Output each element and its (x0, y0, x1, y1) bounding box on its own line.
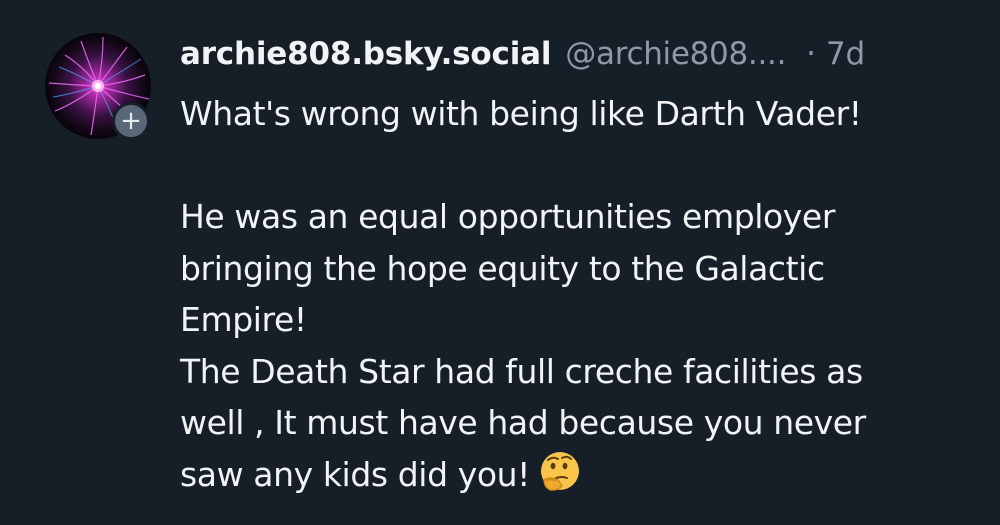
post-header: archie808.bsky.social @archie808.... · 7… (180, 30, 970, 78)
post-timestamp[interactable]: · 7d (806, 30, 865, 78)
post-text-line: bringing the hope equity to the Galactic (180, 248, 825, 288)
post-text: What's wrong with being like Darth Vader… (180, 88, 980, 500)
post-item[interactable]: + archie808.bsky.social @archie808.... ·… (0, 0, 1000, 525)
avatar-container[interactable]: + (45, 33, 151, 140)
post-text-line: well , It must have had because you neve… (180, 403, 866, 442)
post-text-line: What's wrong with being like Darth Vader… (180, 94, 862, 133)
thinking-face-emoji-icon (540, 452, 579, 491)
plus-icon: + (120, 106, 142, 136)
author-handle[interactable]: @archie808.... (565, 30, 786, 78)
post-text-line: He was an equal opportunities employer (180, 197, 835, 236)
post-text-line (180, 140, 980, 192)
post-text-last-line: saw any kids did you! (180, 449, 980, 501)
post-text-line: saw any kids did you! (180, 454, 530, 494)
author-display-name[interactable]: archie808.bsky.social (180, 30, 551, 78)
post-text-line: Empire! (180, 300, 307, 339)
follow-button[interactable]: + (112, 102, 150, 140)
post-text-line: The Death Star had full creche facilitie… (180, 351, 863, 391)
